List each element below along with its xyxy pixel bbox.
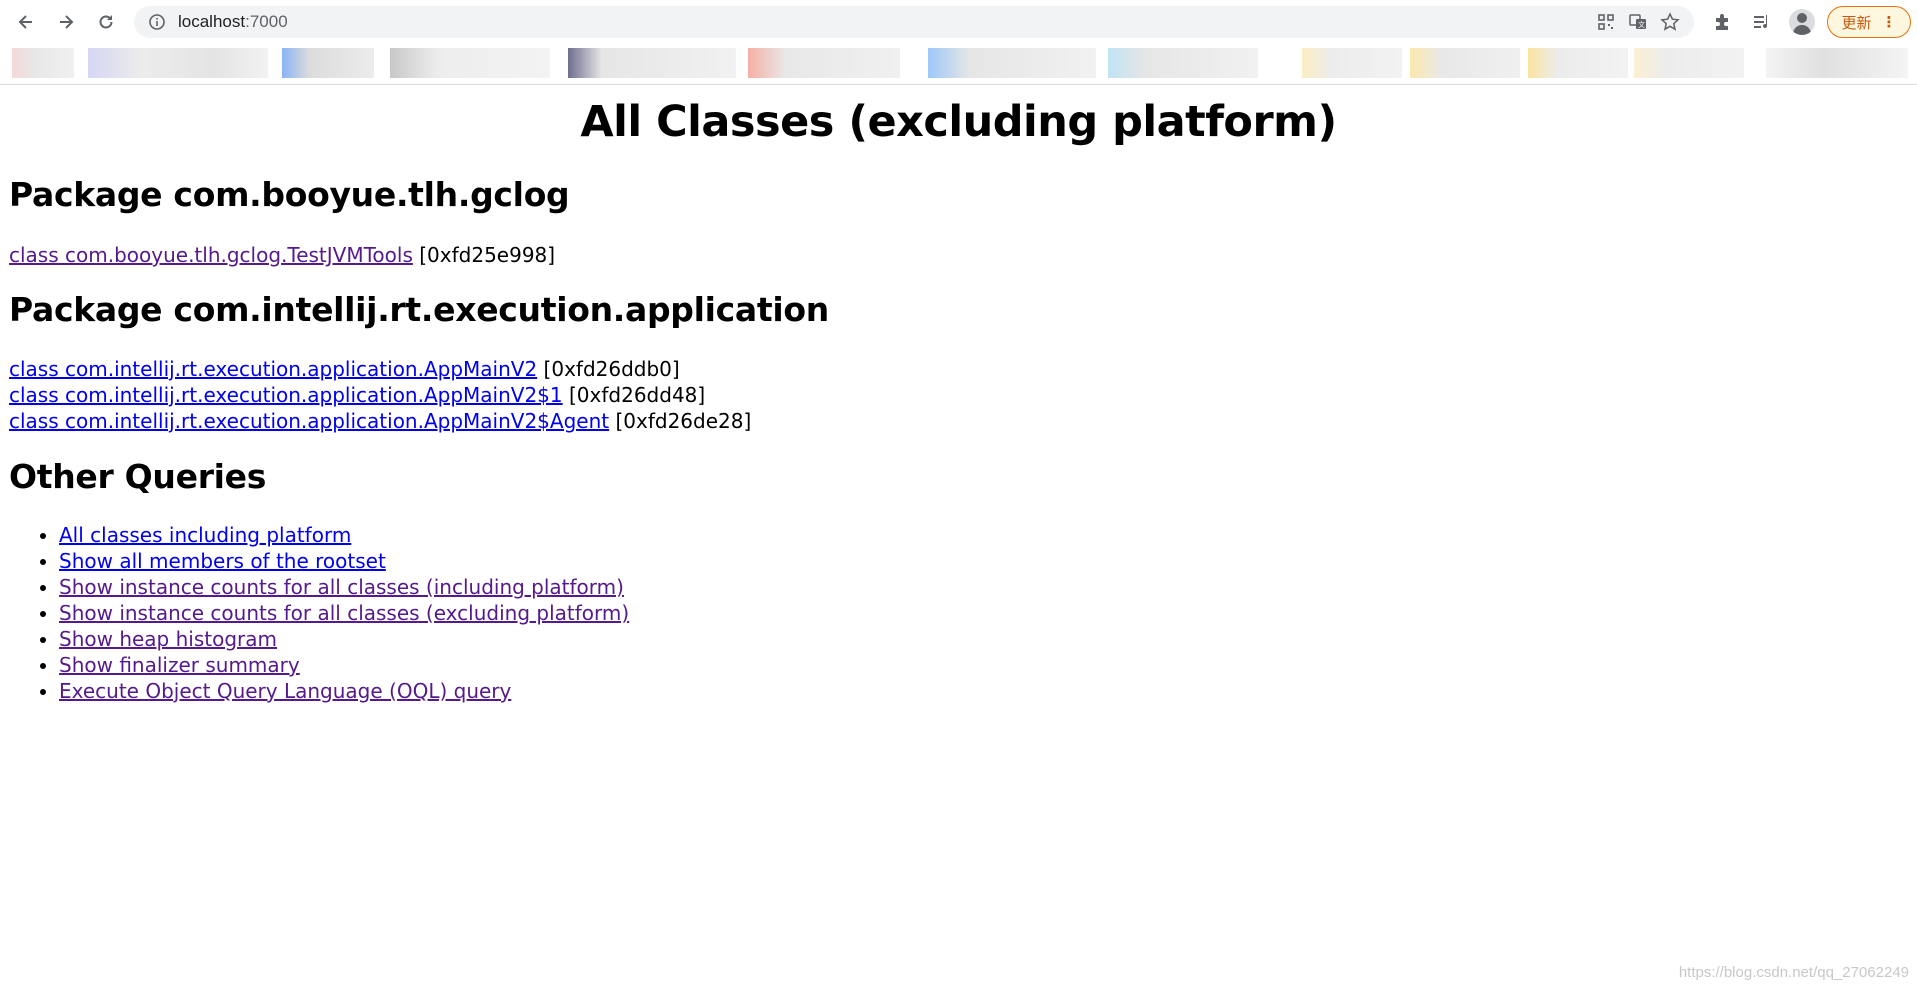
translate-icon[interactable]: 文	[1626, 10, 1650, 34]
bookmark-item[interactable]	[1108, 48, 1258, 78]
qr-code-icon[interactable]	[1594, 10, 1618, 34]
avatar-icon	[1789, 9, 1815, 35]
bookmark-item[interactable]	[748, 48, 900, 78]
list-item: Show all members of the rootset	[59, 548, 629, 574]
query-link-heap-histogram[interactable]: Show heap histogram	[59, 627, 277, 651]
class-entry: class com.intellij.rt.execution.applicat…	[9, 408, 751, 434]
queries-list: All classes including platform Show all …	[0, 522, 629, 704]
class-list: class com.intellij.rt.execution.applicat…	[9, 356, 751, 434]
bookmark-item[interactable]	[88, 48, 268, 78]
query-link-finalizer-summary[interactable]: Show finalizer summary	[59, 653, 300, 677]
svg-text:文: 文	[1638, 20, 1645, 29]
forward-button[interactable]	[46, 2, 86, 42]
reload-icon	[99, 15, 113, 29]
class-address: [0xfd26dd48]	[569, 383, 706, 407]
query-link-rootset[interactable]: Show all members of the rootset	[59, 549, 386, 573]
page-content: All Classes (excluding platform) Package…	[0, 85, 1917, 703]
url-text[interactable]: localhost:7000	[178, 12, 288, 32]
query-link-oql[interactable]: Execute Object Query Language (OQL) quer…	[59, 679, 511, 703]
query-link-instance-counts-excluding[interactable]: Show instance counts for all classes (ex…	[59, 601, 629, 625]
update-button[interactable]: 更新 ⋮	[1827, 6, 1911, 38]
bookmark-item[interactable]	[12, 48, 74, 78]
class-address: [0xfd25e998]	[419, 243, 556, 267]
url-host: localhost	[178, 12, 246, 31]
class-link[interactable]: class com.booyue.tlh.gclog.TestJVMTools	[9, 243, 413, 267]
watermark-text: https://blog.csdn.net/qq_27062249	[1678, 964, 1909, 981]
class-entry: class com.intellij.rt.execution.applicat…	[9, 356, 751, 382]
list-item: Show instance counts for all classes (ex…	[59, 600, 629, 626]
more-menu-icon: ⋮	[1881, 13, 1897, 31]
bookmark-item[interactable]	[568, 48, 736, 78]
bookmark-item[interactable]	[282, 48, 374, 78]
address-bar[interactable]: localhost:7000 文	[134, 6, 1694, 38]
url-port: :7000	[245, 12, 288, 31]
class-address: [0xfd26ddb0]	[543, 357, 680, 381]
arrow-left-icon	[18, 15, 32, 29]
bookmark-item[interactable]	[1410, 48, 1520, 78]
bookmark-star-icon[interactable]	[1658, 10, 1682, 34]
page-title: All Classes (excluding platform)	[580, 97, 1337, 147]
list-item: All classes including platform	[59, 522, 629, 548]
bookmark-item[interactable]	[1634, 48, 1744, 78]
reading-list-icon[interactable]	[1748, 8, 1776, 36]
query-link-instance-counts-including[interactable]: Show instance counts for all classes (in…	[59, 575, 624, 599]
info-icon[interactable]	[148, 13, 166, 31]
list-item: Execute Object Query Language (OQL) quer…	[59, 678, 629, 704]
bookmark-item[interactable]	[1528, 48, 1628, 78]
class-entry: class com.booyue.tlh.gclog.TestJVMTools …	[9, 242, 555, 268]
class-link[interactable]: class com.intellij.rt.execution.applicat…	[9, 383, 563, 407]
browser-toolbar: localhost:7000 文 更新 ⋮	[0, 0, 1917, 44]
bookmark-item[interactable]	[1302, 48, 1402, 78]
list-item: Show instance counts for all classes (in…	[59, 574, 629, 600]
extensions-icon[interactable]	[1708, 8, 1736, 36]
reload-button[interactable]	[86, 2, 126, 42]
other-queries-heading: Other Queries	[9, 457, 267, 496]
bookmark-item[interactable]	[928, 48, 1096, 78]
bookmark-item[interactable]	[390, 48, 550, 78]
class-address: [0xfd26de28]	[615, 409, 752, 433]
query-link-all-classes-platform[interactable]: All classes including platform	[59, 523, 351, 547]
class-entry: class com.intellij.rt.execution.applicat…	[9, 382, 751, 408]
bookmarks-bar	[0, 44, 1917, 85]
list-item: Show finalizer summary	[59, 652, 629, 678]
class-link[interactable]: class com.intellij.rt.execution.applicat…	[9, 409, 609, 433]
update-label: 更新	[1841, 13, 1872, 32]
back-button[interactable]	[6, 2, 46, 42]
profile-avatar[interactable]	[1788, 8, 1816, 36]
package-heading: Package com.intellij.rt.execution.applic…	[9, 290, 829, 329]
arrow-right-icon	[60, 15, 74, 29]
class-list: class com.booyue.tlh.gclog.TestJVMTools …	[9, 242, 555, 268]
package-heading: Package com.booyue.tlh.gclog	[9, 175, 570, 214]
bookmark-item[interactable]	[1766, 48, 1908, 78]
class-link[interactable]: class com.intellij.rt.execution.applicat…	[9, 357, 537, 381]
list-item: Show heap histogram	[59, 626, 629, 652]
